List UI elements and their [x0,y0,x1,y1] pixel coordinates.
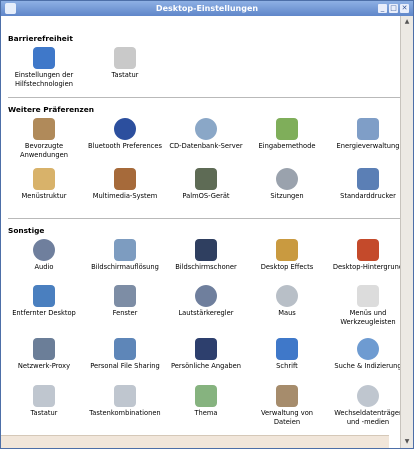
pref-item[interactable]: Bluetooth Preferences [85,118,165,151]
printer-icon [357,168,379,190]
pref-item[interactable]: Audio [4,239,84,272]
input-method-icon [276,118,298,140]
power-icon [357,118,379,140]
pref-item[interactable]: Menüs und Werkzeugleisten [328,285,408,326]
volume-icon [195,285,217,307]
shortcuts-icon [114,385,136,407]
pref-item[interactable]: Persönliche Angaben [166,338,246,371]
background-icon [357,239,379,261]
file-management-icon [276,385,298,407]
pref-item[interactable]: Standarddrucker [328,168,408,201]
pref-item[interactable]: Tastatur [85,47,165,80]
removable-media-icon [357,385,379,407]
preferences-content: Barrierefreiheit Einstellungen der Hilfs… [1,16,403,448]
pref-item[interactable]: Suche & Indizierung [328,338,408,371]
theme-icon [195,385,217,407]
pref-item[interactable]: Fenster [85,285,165,318]
scroll-down-icon[interactable]: ▼ [402,437,412,447]
pref-item[interactable]: Tastatur [4,385,84,418]
menu-editor-icon [33,168,55,190]
pref-item[interactable]: Sitzungen [247,168,327,201]
proxy-icon [33,338,55,360]
preferences-window: Desktop-Einstellungen _ □ ✕ Barrierefrei… [0,0,414,449]
bluetooth-icon [114,118,136,140]
screensaver-icon [195,239,217,261]
close-button[interactable]: ✕ [400,4,409,13]
resolution-icon [114,239,136,261]
footer-bar [1,435,389,448]
divider [8,218,401,219]
pref-item[interactable]: Desktop Effects [247,239,327,272]
pref-item[interactable]: Verwaltung von Dateien [247,385,327,426]
desktop-effects-icon [276,239,298,261]
palm-icon [195,168,217,190]
pref-item[interactable]: Lautstärkeregler [166,285,246,318]
section-title-weitere: Weitere Präferenzen [8,105,94,114]
file-sharing-icon [114,338,136,360]
pref-item[interactable]: Netzwerk-Proxy [4,338,84,371]
pref-item[interactable]: Einstellungen der Hilfstechnologien [4,47,84,88]
search-icon [357,338,379,360]
font-icon [276,338,298,360]
pref-item[interactable]: Entfernter Desktop [4,285,84,318]
pref-item[interactable]: Bildschirmschoner [166,239,246,272]
pref-item[interactable]: Desktop-Hintergrund [328,239,408,272]
pref-item[interactable]: Thema [166,385,246,418]
pref-item[interactable]: Wechseldatenträger und -medien [328,385,408,426]
pref-item[interactable]: Personal File Sharing [85,338,165,371]
pref-item[interactable]: Menüstruktur [4,168,84,201]
pref-item[interactable]: CD-Datenbank-Server [166,118,246,151]
cd-database-icon [195,118,217,140]
section-title-barrierefreiheit: Barrierefreiheit [8,34,73,43]
pref-item[interactable]: Schrift [247,338,327,371]
keyboard-icon [33,385,55,407]
vertical-scrollbar[interactable]: ▲ ▼ [400,16,413,448]
title-bar[interactable]: Desktop-Einstellungen _ □ ✕ [1,1,413,16]
multimedia-icon [114,168,136,190]
pref-item[interactable]: Multimedia-System [85,168,165,201]
pref-item[interactable]: Eingabemethode [247,118,327,151]
sessions-icon [276,168,298,190]
window-title: Desktop-Einstellungen [155,4,259,13]
keyboard-icon [114,47,136,69]
divider [8,97,401,98]
audio-icon [33,239,55,261]
section-title-sonstige: Sonstige [8,226,45,235]
personal-info-icon [195,338,217,360]
pref-item[interactable]: PalmOS-Gerät [166,168,246,201]
pref-item[interactable]: Bildschirmauflösung [85,239,165,272]
window-icon [114,285,136,307]
pref-item[interactable]: Bevorzugte Anwendungen [4,118,84,159]
preferred-apps-icon [33,118,55,140]
accessibility-icon [33,47,55,69]
menus-toolbars-icon [357,285,379,307]
pref-item[interactable]: Energieverwaltung [328,118,408,151]
pref-item[interactable]: Tastenkombinationen [85,385,165,418]
mouse-icon [276,285,298,307]
maximize-button[interactable]: □ [389,4,398,13]
minimize-button[interactable]: _ [378,4,387,13]
pref-item[interactable]: Maus [247,285,327,318]
remote-desktop-icon [33,285,55,307]
scroll-up-icon[interactable]: ▲ [402,17,412,27]
